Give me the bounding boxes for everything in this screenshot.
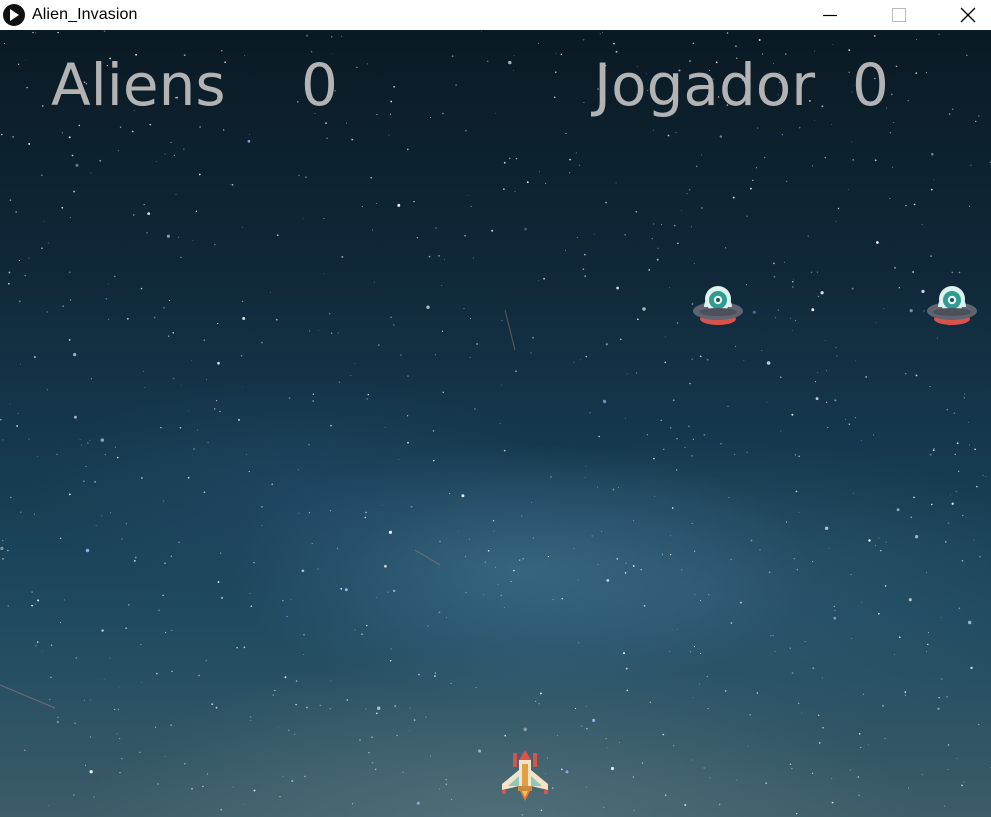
player-score-label: Jogador bbox=[594, 51, 816, 119]
window-title: Alien_Invasion bbox=[32, 6, 138, 23]
window-controls bbox=[807, 0, 991, 30]
ufo-alien-icon bbox=[927, 286, 977, 325]
maximize-icon bbox=[892, 8, 906, 22]
close-icon bbox=[960, 7, 976, 23]
ufo-alien-icon bbox=[693, 286, 743, 325]
aliens-score-label: Aliens bbox=[51, 51, 226, 119]
game-window: Alien_Invasion Aliens 0 Jogador 0 bbox=[0, 0, 991, 817]
starfield-background bbox=[0, 30, 991, 816]
minimize-button[interactable] bbox=[807, 0, 853, 30]
player-score-value: 0 bbox=[852, 51, 889, 119]
minimize-icon bbox=[823, 14, 837, 17]
aliens-score-value: 0 bbox=[301, 51, 338, 119]
title-bar[interactable]: Alien_Invasion bbox=[0, 0, 991, 30]
play-circle-icon bbox=[3, 4, 25, 26]
maximize-button[interactable] bbox=[876, 0, 922, 30]
close-button[interactable] bbox=[945, 0, 991, 30]
game-canvas[interactable]: Aliens 0 Jogador 0 bbox=[0, 30, 991, 817]
rocket-ship-icon bbox=[502, 750, 548, 801]
